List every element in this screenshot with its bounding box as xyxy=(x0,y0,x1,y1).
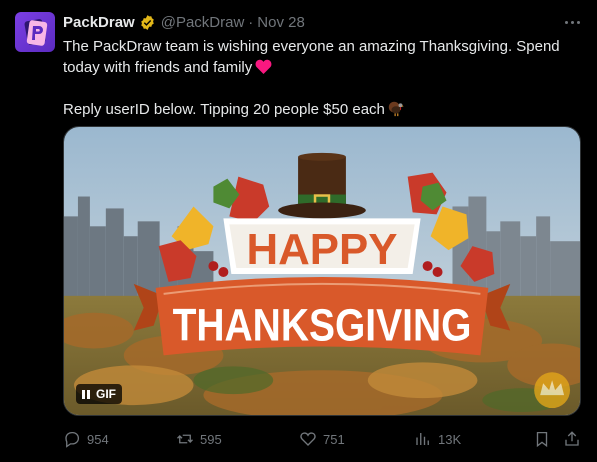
banner-word-thanksgiving: THANKSGIVING xyxy=(173,300,472,351)
repost-count: 595 xyxy=(200,431,222,447)
reply-button[interactable]: 954 xyxy=(63,429,109,449)
like-icon xyxy=(300,432,316,446)
tweet-text-line: The PackDraw team is wishing everyone an… xyxy=(63,38,560,55)
tweet-actions-bar: 954 595 751 13K xyxy=(63,429,585,449)
views-button[interactable]: 13K xyxy=(414,429,461,449)
avatar[interactable] xyxy=(15,12,55,52)
tweet-text: The PackDraw team is wishing everyone an… xyxy=(63,36,583,120)
gif-playback-toggle[interactable]: GIF xyxy=(76,384,122,404)
verified-badge-icon[interactable] xyxy=(139,14,156,31)
repost-icon xyxy=(177,434,193,444)
thanksgiving-gif-image: HAPPY THANKSGIVING xyxy=(64,127,580,415)
red-heart-emoji-icon xyxy=(255,59,272,74)
gif-label: GIF xyxy=(96,387,116,401)
share-button[interactable] xyxy=(563,429,581,449)
handle[interactable]: @PackDraw xyxy=(161,14,245,31)
share-icon xyxy=(565,431,579,446)
reply-icon xyxy=(65,431,80,448)
reply-count: 954 xyxy=(87,431,109,447)
tweet-media-gif[interactable]: HAPPY THANKSGIVING GIF xyxy=(63,126,581,416)
tweet-text-line: today with friends and family xyxy=(63,57,583,78)
bookmark-button[interactable] xyxy=(533,429,551,449)
turkey-emoji-icon xyxy=(388,101,404,117)
bookmark-icon xyxy=(536,431,548,448)
banner-word-happy: HAPPY xyxy=(247,225,398,274)
views-icon xyxy=(416,433,429,445)
packdraw-logo-icon xyxy=(24,19,48,46)
tweet-header: PackDraw @PackDraw · Nov 28 xyxy=(63,13,305,31)
views-count: 13K xyxy=(438,431,462,447)
repost-button[interactable]: 595 xyxy=(176,429,222,449)
timestamp[interactable]: Nov 28 xyxy=(257,14,305,31)
separator-dot: · xyxy=(248,13,254,31)
more-options-icon[interactable] xyxy=(560,12,584,32)
pause-icon xyxy=(82,389,90,399)
display-name[interactable]: PackDraw xyxy=(63,14,135,31)
like-count: 751 xyxy=(323,431,345,447)
like-button[interactable]: 751 xyxy=(299,429,345,449)
tweet-text-line: Reply userID below. Tipping 20 people $5… xyxy=(63,99,583,120)
